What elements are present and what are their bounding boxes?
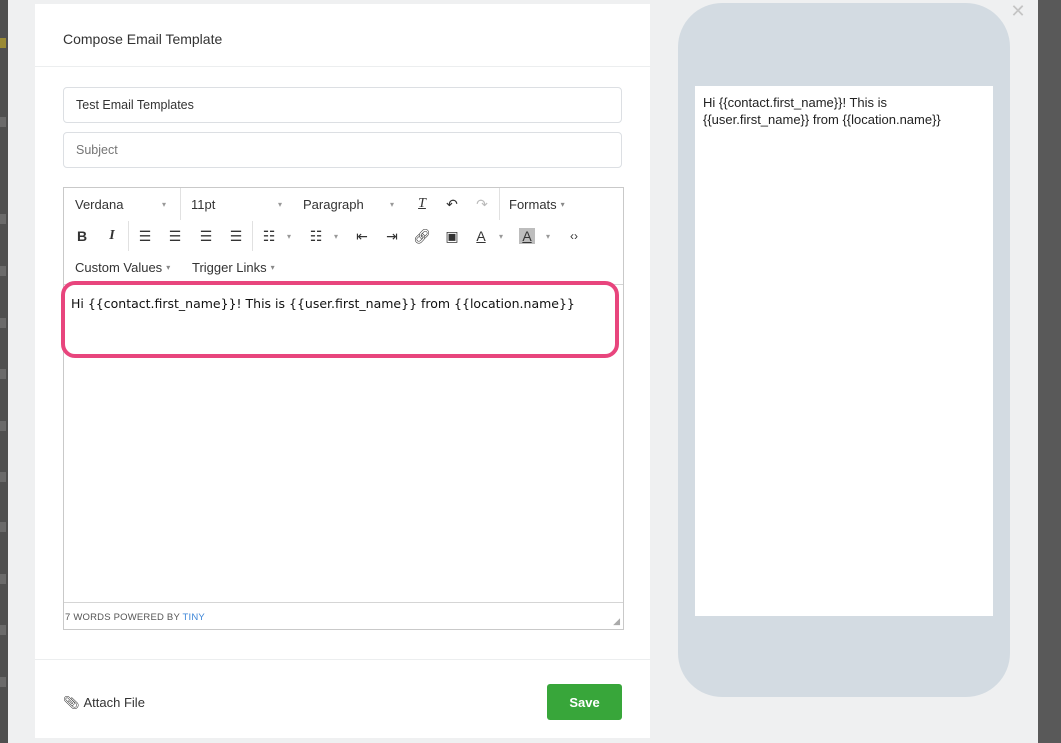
align-justify-icon[interactable]: ☰	[227, 228, 245, 244]
content-highlight-annotation	[61, 281, 619, 358]
toolbar-separator	[180, 188, 181, 220]
rich-text-editor: Verdana ▾ 11pt ▾ Paragraph ▾ T ↶ ↷ Forma…	[61, 187, 624, 630]
save-button[interactable]: Save	[547, 684, 622, 720]
editor-statusbar: 7 WORDS POWERED BY TINY ◢	[64, 602, 623, 629]
indent-icon[interactable]: ⇥	[383, 228, 401, 244]
block-format-value: Paragraph	[303, 197, 364, 212]
toolbar-separator	[128, 221, 129, 251]
mobile-preview-frame: Hi {{contact.first_name}}! This is {{use…	[678, 3, 1010, 697]
toolbar-separator	[252, 221, 253, 251]
background-mark	[0, 472, 6, 482]
toolbar-separator	[499, 188, 500, 220]
redo-icon[interactable]: ↷	[474, 196, 490, 212]
font-size-select[interactable]: 11pt	[191, 197, 215, 212]
tiny-link[interactable]: TINY	[183, 612, 205, 623]
custom-values-label: Custom Values	[75, 260, 163, 275]
block-format-select[interactable]: Paragraph	[303, 197, 364, 212]
attach-file-label: Attach File	[83, 695, 145, 710]
background-mark	[0, 421, 6, 431]
outdent-icon[interactable]: ⇤	[353, 228, 371, 244]
source-code-icon[interactable]: ‹›	[565, 228, 583, 244]
bold-icon[interactable]: B	[75, 228, 89, 244]
template-name-input[interactable]	[63, 87, 622, 123]
chevron-down-icon[interactable]: ▾	[390, 200, 394, 209]
font-family-select[interactable]: Verdana	[75, 197, 123, 212]
background-mark	[0, 38, 6, 48]
background-mark	[0, 677, 6, 687]
chevron-down-icon[interactable]: ▾	[499, 232, 503, 241]
compose-email-modal: ✕ Compose Email Template Verdana ▾ 11pt …	[8, 0, 1038, 743]
header-divider	[35, 66, 650, 67]
preview-text: Hi {{contact.first_name}}! This is {{use…	[703, 95, 941, 127]
background-mark	[0, 625, 6, 635]
editor-toolbar: Verdana ▾ 11pt ▾ Paragraph ▾ T ↶ ↷ Forma…	[64, 188, 623, 285]
chevron-down-icon[interactable]: ▾	[334, 232, 338, 241]
chevron-down-icon[interactable]: ▾	[287, 232, 291, 241]
align-center-icon[interactable]: ☰	[166, 228, 184, 244]
background-mark	[0, 318, 6, 328]
trigger-links-menu[interactable]: Trigger Links ▾	[192, 260, 275, 275]
background-mark	[0, 522, 6, 532]
powered-by-label: POWERED BY	[113, 612, 180, 623]
mobile-preview-screen: Hi {{contact.first_name}}! This is {{use…	[695, 86, 993, 616]
compose-card: Compose Email Template Verdana ▾ 11pt ▾ …	[35, 4, 650, 738]
word-count-status: 7 WORDS POWERED BY TINY	[65, 612, 205, 623]
bullet-list-icon[interactable]: ☷	[260, 228, 278, 244]
subject-input[interactable]	[63, 132, 622, 168]
footer-divider	[35, 659, 650, 660]
custom-values-menu[interactable]: Custom Values ▾	[75, 260, 170, 275]
modal-title: Compose Email Template	[63, 31, 223, 47]
undo-icon[interactable]: ↶	[444, 196, 460, 212]
close-icon[interactable]: ✕	[1009, 2, 1027, 20]
clear-formatting-icon[interactable]: T	[414, 196, 430, 212]
font-family-value: Verdana	[75, 197, 124, 212]
numbered-list-icon[interactable]: ☷	[307, 228, 325, 244]
paperclip-icon: 📎︎	[63, 695, 80, 710]
background-color-icon[interactable]: A	[519, 228, 535, 244]
trigger-links-label: Trigger Links	[192, 260, 267, 275]
chevron-down-icon[interactable]: ▾	[546, 232, 550, 241]
chevron-down-icon[interactable]: ▾	[278, 200, 282, 209]
italic-icon[interactable]: I	[105, 228, 119, 244]
align-left-icon[interactable]: ☰	[136, 228, 154, 244]
background-mark	[0, 369, 6, 379]
background-mark	[0, 574, 6, 584]
background-mark	[0, 117, 6, 127]
attach-file-button[interactable]: 📎︎ Attach File	[63, 695, 145, 711]
formats-label: Formats	[509, 197, 557, 212]
background-mark	[0, 214, 6, 224]
background-page-edge	[0, 0, 8, 743]
chevron-down-icon[interactable]: ▾	[162, 200, 166, 209]
formats-menu[interactable]: Formats ▾	[509, 197, 565, 212]
editor-content[interactable]: Hi {{contact.first_name}}! This is {{use…	[71, 296, 575, 311]
font-size-value: 11pt	[191, 197, 216, 212]
background-mark	[0, 266, 6, 276]
image-icon[interactable]: ▣	[443, 228, 461, 244]
link-icon[interactable]: 🔗︎	[413, 228, 431, 244]
word-count: 7 WORDS	[65, 612, 111, 623]
resize-handle-icon[interactable]: ◢	[613, 616, 620, 627]
text-color-icon[interactable]: A	[473, 228, 489, 244]
align-right-icon[interactable]: ☰	[197, 228, 215, 244]
